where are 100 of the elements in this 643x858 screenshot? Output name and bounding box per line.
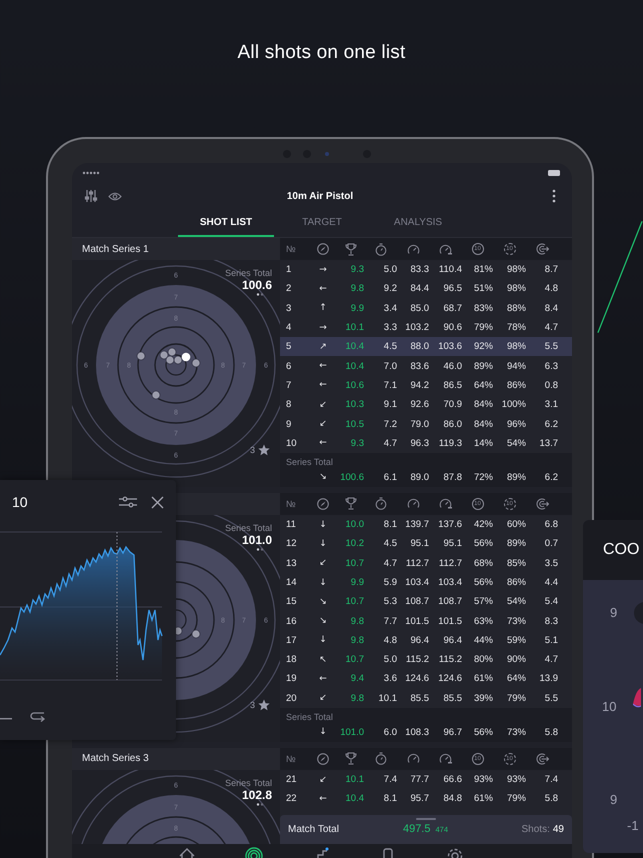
table-cell-text: 6.2 bbox=[544, 472, 558, 483]
shot-row[interactable]: 14 ↓ 9.9 5.9 103.4 103.4 56% 86% 4.4 bbox=[280, 572, 572, 592]
table-cell-text: 4.8 bbox=[382, 634, 397, 646]
shot-row[interactable]: 10 ← 9.3 4.7 96.3 119.3 14% 54% 13.7 bbox=[280, 434, 572, 453]
shot-number: 17 bbox=[286, 634, 298, 646]
table-cell-text: 3.4 bbox=[382, 302, 397, 314]
table-cell-text: 6.3 bbox=[544, 360, 558, 372]
table-cell-text: 101.5 bbox=[437, 616, 462, 627]
table-cell-text: 4.7 bbox=[382, 558, 397, 569]
series-total-value: 101.0 bbox=[242, 532, 272, 547]
close-icon[interactable] bbox=[151, 496, 164, 508]
shot-row[interactable]: 18 ↖ 10.7 5.0 115.2 115.2 80% 90% 4.7 bbox=[280, 650, 572, 670]
shot-row[interactable]: 15 ↘ 10.7 5.3 108.7 108.7 57% 54% 5.4 bbox=[280, 592, 572, 612]
table-cell-text: 79% bbox=[506, 793, 526, 804]
table-cell-text: 4.5 bbox=[382, 341, 397, 352]
shot-row[interactable]: 22 ← 10.4 8.1 95.7 84.8 61% 79% 5.8 bbox=[280, 789, 572, 809]
target-arrow-icon bbox=[536, 752, 548, 765]
shot-row[interactable]: 4 → 10.1 3.3 103.2 90.6 79% 78% 4.7 bbox=[280, 318, 572, 338]
table-cell-text: 61% bbox=[472, 673, 493, 684]
table-cell-text: 10.3 bbox=[344, 399, 364, 410]
table-cell-text: 9.9 bbox=[350, 577, 364, 588]
table-cell-text: 10.4 bbox=[344, 793, 364, 804]
battery-icon bbox=[548, 170, 560, 176]
table-cell-text: 9.3 bbox=[350, 264, 364, 276]
table-cell-text: 72% bbox=[472, 472, 493, 483]
table-cell-text: 80% bbox=[472, 654, 493, 666]
table-cell-text: 0.8 bbox=[544, 380, 558, 391]
table-cell-text: 92% bbox=[472, 341, 493, 352]
table-cell-text: 8.1 bbox=[382, 519, 397, 530]
shot-number: 2 bbox=[286, 283, 292, 294]
table-cell-text: 89.0 bbox=[410, 472, 429, 483]
shot-row[interactable]: 7 ← 10.6 7.1 94.2 86.5 64% 86% 0.8 bbox=[280, 376, 572, 396]
table-cell-text: 5.5 bbox=[544, 692, 558, 704]
column-header: № bbox=[286, 244, 296, 254]
selected-shot-hole[interactable] bbox=[182, 352, 190, 362]
table-cell-text: 108.3 bbox=[404, 726, 429, 738]
tab[interactable]: TARGET bbox=[274, 209, 370, 237]
settings-icon[interactable] bbox=[119, 495, 137, 509]
trophy-icon bbox=[345, 242, 357, 256]
shot-row[interactable]: 20 ↙ 9.8 10.1 85.5 85.5 39% 79% 5.5 bbox=[280, 688, 572, 708]
table-cell-text: 9.8 bbox=[350, 616, 364, 627]
table-cell-text: 137.6 bbox=[437, 519, 462, 530]
table-cell-text: 78% bbox=[506, 322, 526, 334]
table-cell-text: 51% bbox=[472, 283, 493, 294]
compass-icon bbox=[317, 752, 329, 765]
shot-hole[interactable] bbox=[152, 390, 160, 400]
table-cell-text: 7.2 bbox=[382, 418, 397, 430]
shot-number: 22 bbox=[286, 793, 298, 804]
shot-row[interactable]: 19 ← 9.4 3.6 124.6 124.6 61% 64% 13.9 bbox=[280, 669, 572, 689]
table-cell-text: 115.2 bbox=[438, 654, 462, 666]
shot-number: 10 bbox=[286, 438, 298, 449]
table-cell-text: 101.0 bbox=[339, 726, 364, 738]
table-cell-text: 6.0 bbox=[382, 726, 397, 738]
table-cell-text: 9.9 bbox=[350, 302, 364, 314]
shot-row[interactable]: 12 ↓ 10.2 4.5 95.1 95.1 56% 89% 0.7 bbox=[280, 534, 572, 554]
series-total-label: Series Total bbox=[225, 778, 272, 788]
table-cell-text: 77.7 bbox=[410, 774, 429, 786]
shot-row[interactable]: 5 ↗ 10.4 4.5 88.0 103.6 92% 98% 5.5 bbox=[280, 337, 572, 356]
shot-row[interactable]: 1 → 9.3 5.0 83.3 110.4 81% 98% 8.7 bbox=[280, 260, 572, 280]
table-cell-text: 90% bbox=[506, 654, 526, 666]
table-cell-text: 88.0 bbox=[410, 341, 429, 352]
table-cell-text: 5.4 bbox=[544, 596, 558, 608]
table-cell-text: 9.1 bbox=[382, 399, 397, 410]
minus-icon[interactable] bbox=[0, 718, 12, 720]
table-cell-text: 10.4 bbox=[344, 360, 364, 372]
shot-row[interactable]: 2 ← 9.8 9.2 84.4 96.5 51% 98% 4.8 bbox=[280, 279, 572, 299]
shot-number: 9 bbox=[286, 418, 292, 430]
tab[interactable]: ANALYSIS bbox=[370, 209, 466, 237]
shot-row[interactable]: 21 ↙ 10.1 7.4 77.7 66.6 93% 93% 7.4 bbox=[280, 770, 572, 790]
table-cell-text: 5.8 bbox=[544, 793, 558, 804]
direction-arrow: ↘ bbox=[318, 616, 328, 626]
drag-handle-icon[interactable] bbox=[416, 818, 436, 820]
table-cell-text: 10.1 bbox=[344, 774, 364, 786]
direction-arrow: ↓ bbox=[318, 635, 328, 646]
table-cell-text: 56% bbox=[472, 538, 493, 550]
table-cell-text: 89% bbox=[472, 360, 493, 372]
table-cell-text: 0.7 bbox=[544, 538, 558, 550]
more-icon[interactable] bbox=[552, 189, 556, 203]
table-cell-text: 100% bbox=[500, 399, 526, 410]
shot-row[interactable]: 8 ↙ 10.3 9.1 92.6 70.9 84% 100% 3.1 bbox=[280, 395, 572, 414]
table-cell-text: 108.7 bbox=[404, 596, 429, 608]
star-icon bbox=[258, 698, 270, 711]
target-arrow-icon bbox=[536, 243, 548, 255]
table-cell-text: 64% bbox=[506, 673, 526, 684]
shot-hole[interactable] bbox=[136, 352, 146, 360]
direction-arrow: ← bbox=[318, 361, 328, 372]
table-cell-text: 59% bbox=[506, 634, 526, 646]
shot-row[interactable]: 3 ↑ 9.9 3.4 85.0 68.7 83% 88% 8.4 bbox=[280, 298, 572, 318]
panel-title: 10 bbox=[12, 494, 28, 510]
shot-row[interactable]: 11 ↓ 10.0 8.1 139.7 137.6 42% 60% 6.8 bbox=[280, 514, 572, 534]
shot-row[interactable]: 17 ↓ 9.8 4.8 96.4 96.4 44% 59% 5.1 bbox=[280, 630, 572, 650]
table-cell-text: 14% bbox=[472, 438, 493, 449]
shot-row[interactable]: 9 ↙ 10.5 7.2 79.0 86.0 84% 96% 6.2 bbox=[280, 414, 572, 434]
table-cell-text: 73% bbox=[506, 726, 526, 738]
shot-row[interactable]: 13 ↙ 10.7 4.7 112.7 112.7 68% 85% 3.5 bbox=[280, 554, 572, 573]
shot-row[interactable]: 6 ← 10.4 7.0 83.6 46.0 89% 94% 6.3 bbox=[280, 356, 572, 376]
shots-count: 49 bbox=[552, 824, 564, 835]
shot-row[interactable]: 16 ↘ 9.8 7.7 101.5 101.5 63% 73% 8.3 bbox=[280, 611, 572, 631]
eye-icon[interactable] bbox=[108, 192, 122, 200]
settings-icon[interactable] bbox=[84, 189, 98, 203]
